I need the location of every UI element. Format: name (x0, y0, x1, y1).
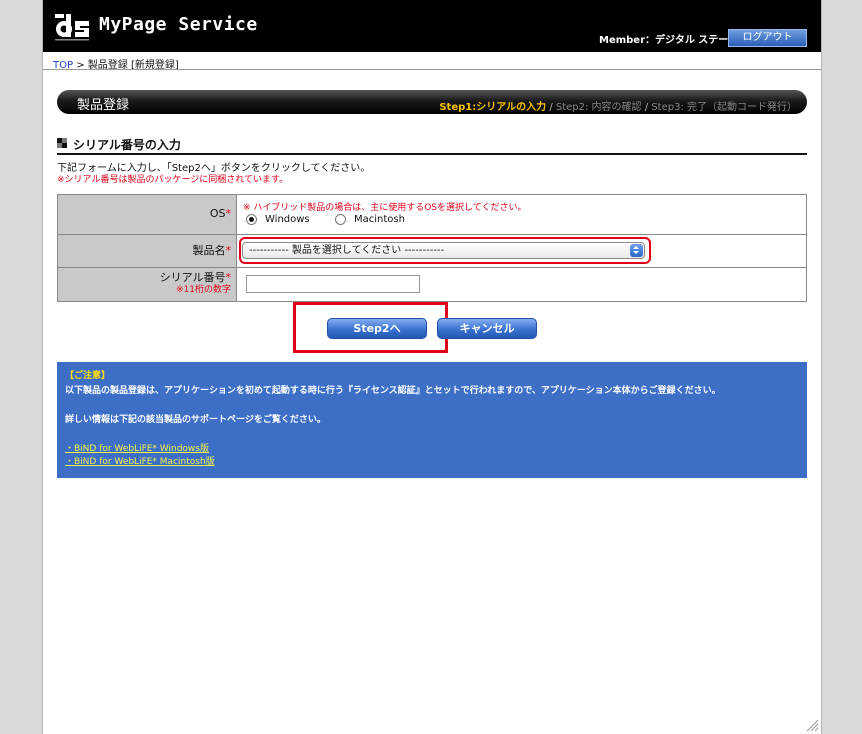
ds-logo-icon[interactable] (53, 8, 93, 44)
bind-macintosh-link[interactable]: ・BiND for WebLiFE* Macintosh版 (65, 457, 215, 467)
os-label: OS* (58, 195, 237, 234)
windows-radio[interactable] (246, 214, 257, 225)
step-2: Step2: 内容の確認 (555, 102, 642, 113)
step-separator: / (644, 102, 649, 113)
os-option-macintosh[interactable]: Macintosh (335, 214, 405, 225)
os-option-windows[interactable]: Windows (246, 214, 310, 225)
os-note: ※ ハイブリッド製品の場合は、主に使用するOSを選択してください。 (243, 203, 527, 213)
os-row: OS* ※ ハイブリッド製品の場合は、主に使用するOSを選択してください。 Wi… (58, 195, 806, 235)
step2-button[interactable]: Step2へ (327, 318, 427, 339)
serial-sublabel: ※11桁の数字 (176, 285, 231, 295)
windows-label: Windows (265, 214, 310, 225)
product-label: 製品名* (58, 235, 237, 267)
notice-links: ・BiND for WebLiFE* Windows版 ・BiND for We… (65, 441, 799, 467)
logout-button[interactable]: ログアウト (728, 29, 807, 47)
step-indicator: Step1:シリアルの入力 / Step2: 内容の確認 / Step3: 完了… (439, 98, 797, 113)
product-row: 製品名* ----------- 製品を選択してください ----------- (58, 235, 806, 268)
notice-text-2: 詳しい情報は下記の該当製品のサポートページをご覧ください。 (65, 415, 326, 425)
serial-row: シリアル番号* ※11桁の数字 (58, 268, 806, 301)
page: MyPage Service Member：デジタル ステージ ログアウト TO… (42, 0, 822, 734)
product-select-highlight: ----------- 製品を選択してください ----------- (239, 237, 651, 264)
required-mark: * (225, 271, 232, 284)
product-field: ----------- 製品を選択してください ----------- (239, 235, 806, 267)
brand-title: MyPage Service (99, 14, 258, 35)
breadcrumb-divider (43, 69, 821, 70)
notice-box: 【ご注意】 以下製品の製品登録は、アプリケーションを初めて起動する時に行う『ライ… (57, 362, 807, 478)
header: MyPage Service Member：デジタル ステージ ログアウト (43, 0, 821, 52)
serial-input[interactable] (246, 275, 420, 293)
serial-field (243, 268, 806, 301)
serial-label: シリアル番号* ※11桁の数字 (58, 268, 237, 301)
serial-label-text: シリアル番号 (159, 271, 226, 284)
os-field: ※ ハイブリッド製品の場合は、主に使用するOSを選択してください。 Window… (243, 195, 806, 234)
macintosh-radio[interactable] (335, 214, 346, 225)
page-title-bar: 製品登録 Step1:シリアルの入力 / Step2: 内容の確認 / Step… (57, 90, 807, 114)
page-title: 製品登録 (77, 98, 130, 113)
step-separator: / (549, 102, 553, 113)
step-3: Step3: 完了（起動コード発行） (651, 102, 797, 113)
os-label-text: OS (209, 207, 226, 220)
section-title: シリアル番号の入力 (73, 138, 181, 152)
select-arrows-icon[interactable] (630, 244, 643, 257)
product-form: OS* ※ ハイブリッド製品の場合は、主に使用するOSを選択してください。 Wi… (57, 194, 807, 302)
member-name: Member：デジタル ステージ (599, 35, 739, 46)
cancel-button[interactable]: キャンセル (437, 318, 537, 339)
step-1: Step1:シリアルの入力 (439, 102, 547, 113)
product-label-text: 製品名 (192, 244, 226, 257)
resize-grip-icon[interactable] (805, 718, 819, 732)
product-select-value: ----------- 製品を選択してください ----------- (249, 245, 445, 256)
notice-title: 【ご注意】 (65, 371, 111, 381)
required-mark: * (225, 207, 232, 220)
section-header: シリアル番号の入力 (57, 136, 807, 155)
notice-text-1: 以下製品の製品登録は、アプリケーションを初めて起動する時に行う『ライセンス認証』… (65, 386, 721, 396)
bind-windows-link[interactable]: ・BiND for WebLiFE* Windows版 (65, 444, 209, 454)
checker-square-icon (57, 138, 67, 148)
product-select[interactable]: ----------- 製品を選択してください ----------- (242, 242, 645, 259)
required-mark: * (225, 244, 232, 257)
serial-note: ※シリアル番号は製品のパッケージに同梱されています。 (57, 175, 289, 185)
macintosh-label: Macintosh (354, 214, 405, 225)
